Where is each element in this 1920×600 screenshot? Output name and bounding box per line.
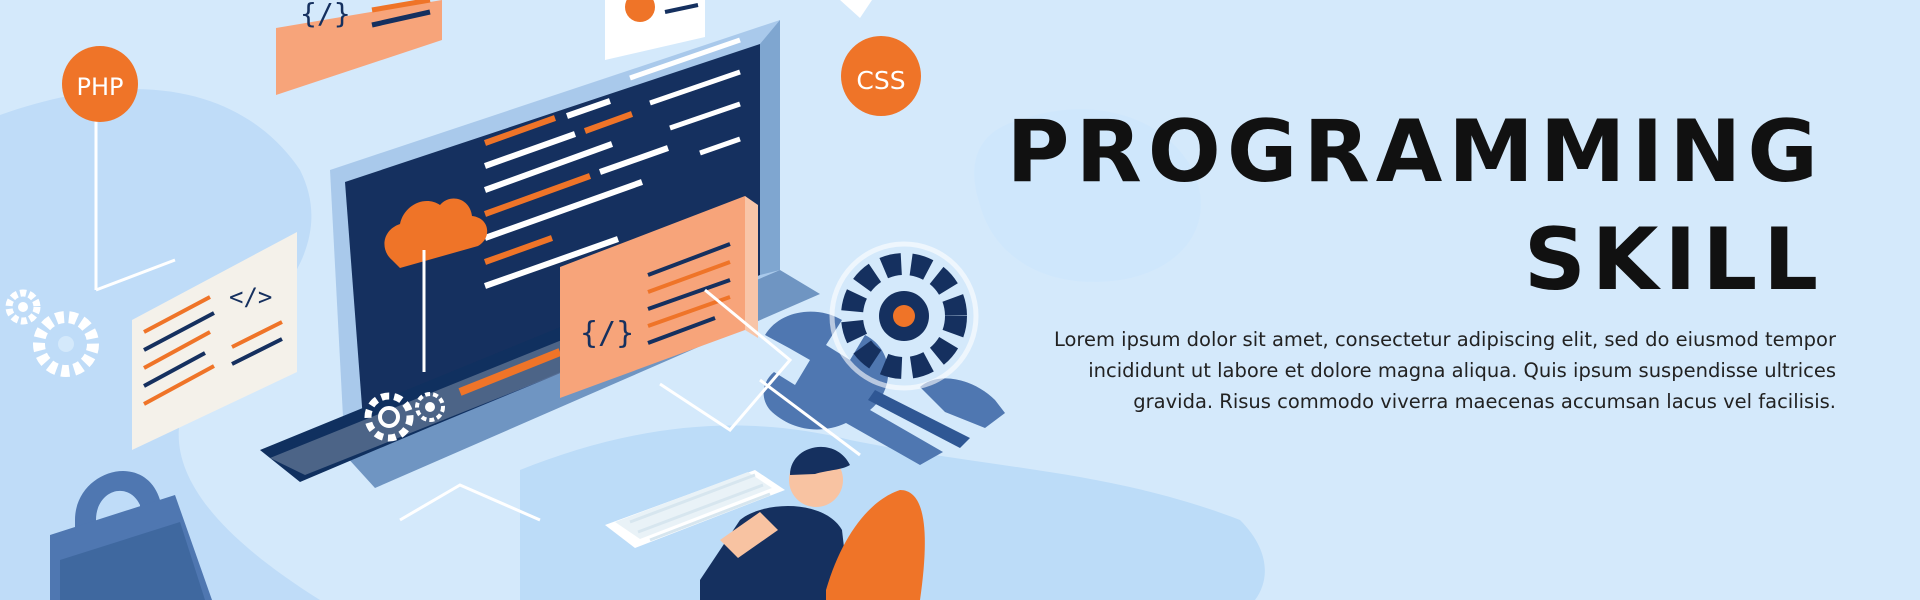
html-card-code-tag: {/} bbox=[580, 316, 634, 351]
title-line-1: PROGRAMMING bbox=[1006, 102, 1824, 202]
title-line-2: SKILL bbox=[1523, 210, 1824, 310]
page-title: PROGRAMMING SKILL bbox=[924, 98, 1824, 314]
top-code-card: {/} bbox=[276, 0, 442, 95]
left-card-html-tag: </> bbox=[229, 283, 272, 311]
top-code-tag: {/} bbox=[300, 0, 351, 30]
php-label: PHP bbox=[77, 73, 124, 101]
banner-description: Lorem ipsum dolor sit amet, consectetur … bbox=[1053, 328, 1836, 413]
css-badge: CSS bbox=[840, 0, 921, 116]
css-label: CSS bbox=[856, 66, 905, 95]
programming-skill-banner: PHP CSS {/} {/} </> PROGRAMMING SKILL Lo… bbox=[0, 0, 1920, 600]
